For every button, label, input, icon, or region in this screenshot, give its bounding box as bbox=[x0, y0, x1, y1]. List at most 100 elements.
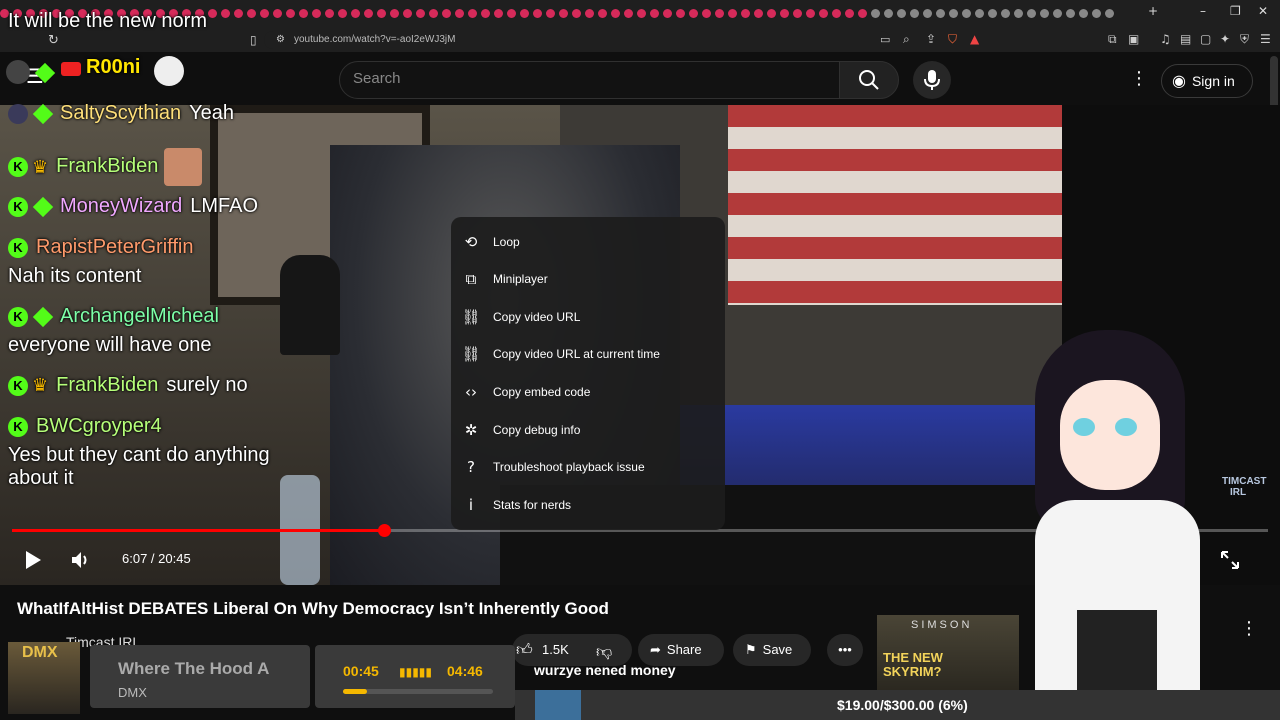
tab-favicon[interactable] bbox=[559, 9, 568, 18]
wallet-icon[interactable]: ▢ bbox=[1200, 32, 1211, 46]
tab-favicon[interactable] bbox=[403, 9, 412, 18]
menu-icon[interactable]: ☰ bbox=[1260, 32, 1271, 46]
tab-favicon[interactable] bbox=[988, 9, 997, 18]
tab-favicon[interactable] bbox=[273, 9, 282, 18]
tab-favicon[interactable] bbox=[936, 9, 945, 18]
tab-favicon[interactable] bbox=[975, 9, 984, 18]
tab-favicon[interactable] bbox=[689, 9, 698, 18]
tab-favicon[interactable] bbox=[1040, 9, 1049, 18]
tab-favicon[interactable] bbox=[429, 9, 438, 18]
tab-favicon[interactable] bbox=[1053, 9, 1062, 18]
tab-favicon[interactable] bbox=[1014, 9, 1023, 18]
channel-watermark[interactable]: TIMCAST IRL bbox=[1222, 476, 1266, 498]
brave-shield-icon[interactable]: ⛉ bbox=[948, 32, 957, 47]
tab-favicon[interactable] bbox=[1027, 9, 1036, 18]
tab-favicon[interactable] bbox=[780, 9, 789, 18]
tab-favicon[interactable] bbox=[260, 9, 269, 18]
tab-favicon[interactable] bbox=[897, 9, 906, 18]
progress-scrubber[interactable] bbox=[377, 524, 391, 537]
tab-favicon[interactable] bbox=[793, 9, 802, 18]
tab-favicon[interactable] bbox=[767, 9, 776, 18]
tab-favicon[interactable] bbox=[416, 9, 425, 18]
bookmark-icon[interactable]: ▯ bbox=[250, 33, 257, 47]
url-bar[interactable]: youtube.com/watch?v=-aoI2eWJ3jM bbox=[264, 31, 890, 49]
share-page-icon[interactable]: ⇪ bbox=[926, 32, 936, 46]
tab-favicon[interactable] bbox=[871, 9, 880, 18]
close-window-button[interactable]: ✕ bbox=[1258, 4, 1268, 18]
tab-favicon[interactable] bbox=[832, 9, 841, 18]
tab-favicon[interactable] bbox=[585, 9, 594, 18]
tab-favicon[interactable] bbox=[754, 9, 763, 18]
vpn-icon[interactable]: ⛨ bbox=[1240, 32, 1249, 47]
tab-favicon[interactable] bbox=[507, 9, 516, 18]
tab-favicon[interactable] bbox=[494, 9, 503, 18]
tab-favicon[interactable] bbox=[611, 9, 620, 18]
tab-favicon[interactable] bbox=[884, 9, 893, 18]
tab-favicon[interactable] bbox=[442, 9, 451, 18]
site-info-icon[interactable]: ⚙ bbox=[276, 34, 285, 45]
media-icon[interactable]: ♫ bbox=[1160, 32, 1171, 46]
tab-favicon[interactable] bbox=[351, 9, 360, 18]
tab-favicon[interactable] bbox=[923, 9, 932, 18]
context-menu-item[interactable]: ‹› Copy embed code bbox=[451, 373, 725, 410]
tab-favicon[interactable] bbox=[208, 9, 217, 18]
tab-favicon[interactable] bbox=[962, 9, 971, 18]
tab-favicon[interactable] bbox=[702, 9, 711, 18]
tab-favicon[interactable] bbox=[1092, 9, 1101, 18]
tab-favicon[interactable] bbox=[1105, 9, 1114, 18]
zoom-icon[interactable]: ⌕ bbox=[903, 32, 910, 47]
recommended-more-icon[interactable]: ⋮ bbox=[1240, 618, 1258, 639]
reading-list-icon[interactable]: ▤ bbox=[1180, 32, 1191, 46]
tab-favicon[interactable] bbox=[338, 9, 347, 18]
tab-favicon[interactable] bbox=[533, 9, 542, 18]
maximize-button[interactable]: ❐ bbox=[1230, 4, 1241, 18]
tab-favicon[interactable] bbox=[455, 9, 464, 18]
tab-favicon[interactable] bbox=[299, 9, 308, 18]
rewards-icon[interactable]: ▲ bbox=[970, 32, 979, 46]
tab-favicon[interactable] bbox=[221, 9, 230, 18]
tab-favicon[interactable] bbox=[845, 9, 854, 18]
sidebar-icon[interactable]: ▣ bbox=[1128, 32, 1139, 46]
like-icon[interactable]: 👍︎ bbox=[516, 634, 533, 666]
tab-favicon[interactable] bbox=[637, 9, 646, 18]
tab-favicon[interactable] bbox=[650, 9, 659, 18]
tab-favicon[interactable] bbox=[1079, 9, 1088, 18]
tab-favicon[interactable] bbox=[910, 9, 919, 18]
tab-favicon[interactable] bbox=[481, 9, 490, 18]
leo-icon[interactable]: ✦ bbox=[1220, 32, 1230, 46]
reload-icon[interactable]: ↻ bbox=[48, 33, 59, 48]
extensions-icon[interactable]: ⧉ bbox=[1108, 32, 1117, 47]
save-button[interactable]: ⚑ Save bbox=[733, 634, 811, 666]
minimize-button[interactable]: – bbox=[1200, 4, 1206, 18]
tab-favicon[interactable] bbox=[377, 9, 386, 18]
search-button[interactable] bbox=[839, 61, 899, 99]
tab-favicon[interactable] bbox=[325, 9, 334, 18]
tab-favicon[interactable] bbox=[312, 9, 321, 18]
tab-favicon[interactable] bbox=[247, 9, 256, 18]
fullscreen-icon[interactable] bbox=[1220, 550, 1240, 570]
tab-favicon[interactable] bbox=[728, 9, 737, 18]
tab-favicon[interactable] bbox=[676, 9, 685, 18]
tab-favicon[interactable] bbox=[468, 9, 477, 18]
sign-in-button[interactable]: ◉ Sign in bbox=[1161, 64, 1253, 98]
tab-favicon[interactable] bbox=[546, 9, 555, 18]
tab-favicon[interactable] bbox=[1001, 9, 1010, 18]
voice-search-button[interactable] bbox=[913, 61, 951, 99]
more-actions-button[interactable]: ••• bbox=[827, 634, 863, 666]
tab-favicon[interactable] bbox=[819, 9, 828, 18]
tab-favicon[interactable] bbox=[858, 9, 867, 18]
context-menu-item[interactable]: ⛓ Copy video URL bbox=[451, 298, 725, 335]
tab-favicon[interactable] bbox=[598, 9, 607, 18]
tab-favicon[interactable] bbox=[949, 9, 958, 18]
recommended-thumbnail[interactable]: SIMSON THE NEW SKYRIM? bbox=[877, 615, 1019, 690]
context-menu-item[interactable]: ⧉ Miniplayer bbox=[451, 261, 725, 298]
tab-favicon[interactable] bbox=[1066, 9, 1075, 18]
context-menu-item[interactable]: i Stats for nerds bbox=[451, 486, 725, 523]
tab-favicon[interactable] bbox=[806, 9, 815, 18]
tab-favicon[interactable] bbox=[286, 9, 295, 18]
play-icon[interactable] bbox=[24, 550, 42, 570]
tab-favicon[interactable] bbox=[741, 9, 750, 18]
context-menu-item[interactable]: ✲ Copy debug info bbox=[451, 411, 725, 448]
search-input[interactable] bbox=[339, 61, 841, 99]
tab-favicon[interactable] bbox=[663, 9, 672, 18]
